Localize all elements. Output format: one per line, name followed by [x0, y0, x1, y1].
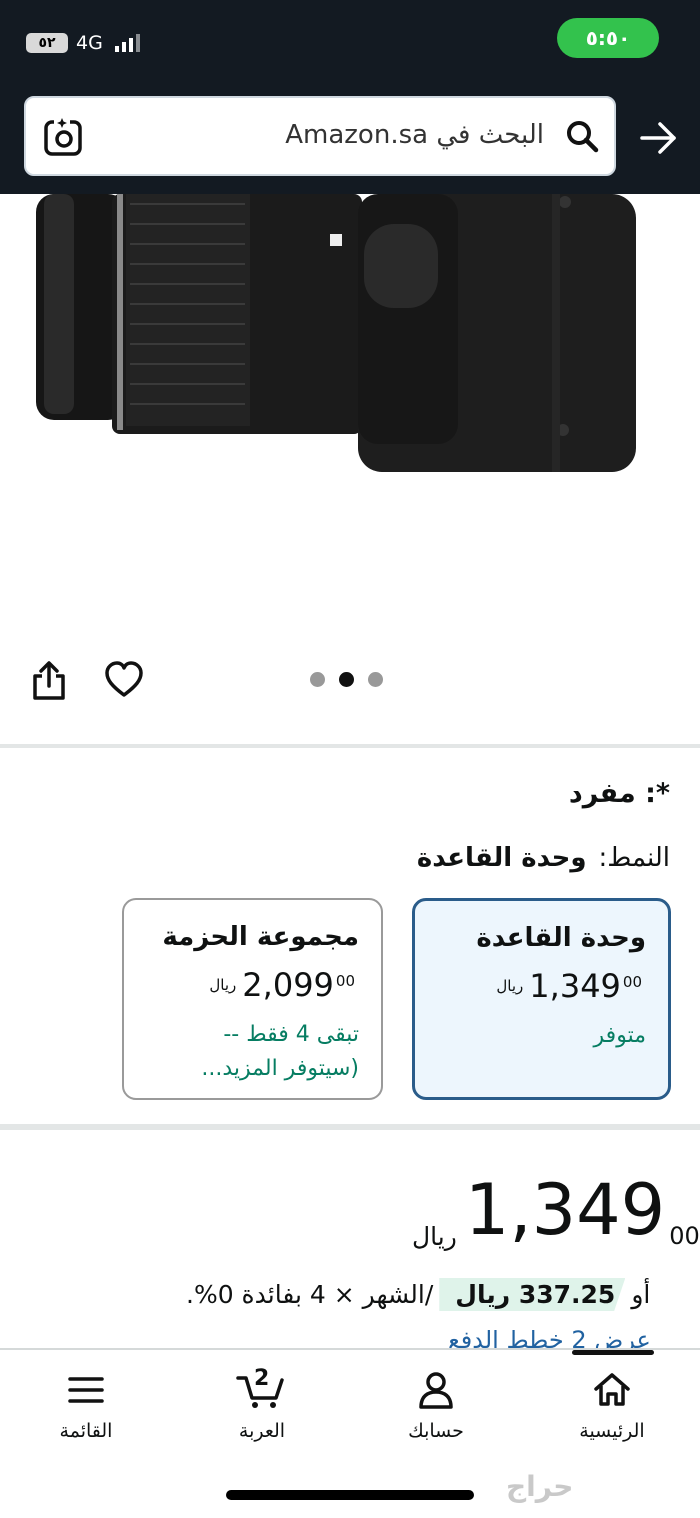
main-price: ريال 1,349 00	[412, 1170, 700, 1251]
nav-label: الرئيسية	[579, 1420, 645, 1442]
variant-title: وحدة القاعدة	[476, 923, 646, 953]
style-label: النمط:	[598, 843, 670, 873]
menu-icon	[68, 1377, 104, 1403]
account-icon	[419, 1372, 453, 1409]
price-whole: 1,349	[464, 1169, 666, 1251]
installment-amount: 337.25 ريال	[439, 1278, 626, 1311]
variant-option-base[interactable]: وحدة القاعدة ريال 1,349 00 متوفر	[412, 898, 671, 1100]
signal-icon	[114, 34, 140, 52]
section-divider	[0, 744, 700, 748]
nav-label: حسابك	[408, 1420, 464, 1442]
price-whole: 1,349	[529, 967, 621, 1005]
watermark: حراج	[506, 1470, 574, 1503]
price-fraction: 00	[669, 1222, 700, 1250]
price-whole: 2,099	[242, 966, 334, 1004]
arrow-right-icon[interactable]	[636, 118, 680, 158]
nav-account[interactable]: حسابك	[376, 1370, 496, 1442]
search-bar[interactable]: البحث في Amazon.sa	[24, 96, 616, 176]
nav-menu[interactable]: القائمة	[26, 1370, 146, 1442]
availability-line: (سيتوفر المزيد...	[201, 1056, 359, 1081]
status-bar: ٥٢ 4G	[26, 30, 140, 56]
currency-label: ريال	[496, 977, 524, 995]
style-value: وحدة القاعدة	[416, 843, 587, 873]
home-icon	[594, 1373, 630, 1406]
network-label: 4G	[76, 32, 103, 54]
heart-icon[interactable]	[104, 660, 144, 700]
status-time: ٥:٥٠	[557, 18, 659, 58]
carousel-dots[interactable]	[310, 672, 383, 687]
availability-line: متوفر	[593, 1023, 646, 1048]
variant-price: ريال 1,349 00	[496, 967, 642, 1005]
nav-label: القائمة	[59, 1420, 113, 1442]
installment-suffix: /الشهر × 4 بفائدة 0%.	[186, 1280, 434, 1309]
carousel-dot[interactable]	[368, 672, 383, 687]
payment-plans-link[interactable]: عرض 2 خطط الدفع	[448, 1326, 651, 1348]
currency-label: ريال	[412, 1222, 457, 1251]
variant-price: ريال 2,099 00	[209, 966, 355, 1004]
variant-title: مجموعة الحزمة	[162, 922, 359, 952]
battery-indicator: ٥٢	[26, 33, 68, 53]
home-indicator[interactable]	[226, 1490, 474, 1500]
selection-line: *: مفرد	[568, 778, 670, 809]
section-divider	[0, 1124, 700, 1130]
currency-label: ريال	[209, 976, 237, 994]
price-fraction: 00	[335, 972, 355, 990]
installment-offer: أو 337.25 ريال /الشهر × 4 بفائدة 0%.	[186, 1278, 650, 1311]
price-fraction: 00	[622, 973, 642, 991]
active-tab-indicator	[572, 1350, 654, 1355]
availability-line: تبقى 4 فقط --	[223, 1022, 359, 1047]
nav-label: العربة	[238, 1420, 286, 1442]
nav-cart[interactable]: 2 العربة	[202, 1366, 322, 1442]
cart-badge: 2	[254, 1366, 270, 1391]
camera-plus-icon[interactable]	[42, 116, 86, 158]
product-image[interactable]	[0, 194, 700, 644]
installment-prefix: أو	[631, 1280, 651, 1309]
carousel-dot[interactable]	[310, 672, 325, 687]
search-icon[interactable]	[564, 118, 600, 154]
share-icon[interactable]	[30, 660, 68, 702]
style-line: النمط: وحدة القاعدة	[417, 843, 670, 873]
availability-status: متوفر	[594, 1019, 646, 1053]
search-input[interactable]: البحث في Amazon.sa	[285, 120, 544, 150]
availability-status: تبقى 4 فقط -- (سيتوفر المزيد...	[139, 1018, 359, 1086]
variant-option-bundle[interactable]: مجموعة الحزمة ريال 2,099 00 تبقى 4 فقط -…	[122, 898, 383, 1100]
nav-home[interactable]: الرئيسية	[552, 1370, 672, 1442]
carousel-dot-active[interactable]	[339, 672, 354, 687]
